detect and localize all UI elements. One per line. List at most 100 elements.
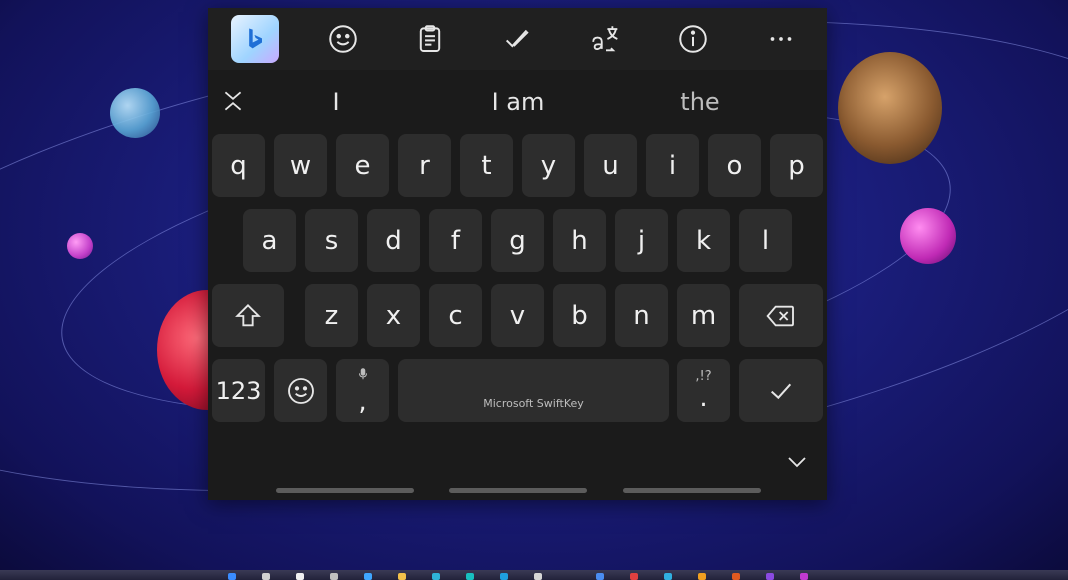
- taskbar-app-icon[interactable]: [732, 573, 740, 580]
- taskbar-app-icon[interactable]: [330, 573, 338, 580]
- key-label: a: [261, 225, 278, 256]
- hide-keyboard-icon[interactable]: [782, 450, 812, 474]
- key-label: b: [571, 300, 588, 331]
- key-k[interactable]: k: [677, 209, 730, 272]
- key-p[interactable]: p: [770, 134, 823, 197]
- key-label: z: [324, 300, 339, 331]
- key-j[interactable]: j: [615, 209, 668, 272]
- planet-glass: [110, 88, 160, 138]
- punctuation-hint: ,!?: [695, 369, 712, 384]
- swiftkey-keyboard: I I am the q w e r t y u i o p a s d f g…: [208, 8, 827, 500]
- key-r[interactable]: r: [398, 134, 451, 197]
- key-label: x: [385, 300, 402, 331]
- space-label: Microsoft SwiftKey: [483, 397, 584, 410]
- enter-key[interactable]: [739, 359, 823, 422]
- period-key[interactable]: ,!? .: [677, 359, 730, 422]
- suggestion-right[interactable]: the: [620, 88, 780, 116]
- key-label: q: [230, 150, 247, 181]
- suggestion-center[interactable]: I am: [438, 88, 598, 116]
- key-a[interactable]: a: [243, 209, 296, 272]
- taskbar-app-icon[interactable]: [398, 573, 406, 580]
- key-g[interactable]: g: [491, 209, 544, 272]
- taskbar-app-icon[interactable]: [630, 573, 638, 580]
- key-label: m: [690, 300, 717, 331]
- key-label: e: [354, 150, 371, 181]
- key-o[interactable]: o: [708, 134, 761, 197]
- key-z[interactable]: z: [305, 284, 358, 347]
- key-m[interactable]: m: [677, 284, 730, 347]
- more-options-button[interactable]: [757, 15, 805, 63]
- emoji-button[interactable]: [319, 15, 367, 63]
- key-h[interactable]: h: [553, 209, 606, 272]
- taskbar-app-icon[interactable]: [596, 573, 604, 580]
- more-icon: [770, 37, 792, 41]
- checkmark-icon: [505, 29, 529, 48]
- resize-handle[interactable]: [623, 488, 761, 493]
- key-label: k: [695, 225, 712, 256]
- space-key[interactable]: Microsoft SwiftKey: [398, 359, 669, 422]
- comma-key[interactable]: ,: [336, 359, 389, 422]
- key-l[interactable]: l: [739, 209, 792, 272]
- microphone-icon: [358, 368, 367, 380]
- move-handle[interactable]: [449, 488, 587, 493]
- key-c[interactable]: c: [429, 284, 482, 347]
- key-label: n: [633, 300, 650, 331]
- key-y[interactable]: y: [522, 134, 575, 197]
- backspace-key[interactable]: [739, 284, 823, 347]
- key-label: t: [481, 150, 492, 181]
- key-s[interactable]: s: [305, 209, 358, 272]
- key-n[interactable]: n: [615, 284, 668, 347]
- collapse-suggestions-icon[interactable]: [220, 88, 246, 114]
- taskbar-app-icon[interactable]: [698, 573, 706, 580]
- key-label: 123: [215, 376, 262, 405]
- emoji-icon: [329, 25, 357, 53]
- taskbar-app-icon[interactable]: [800, 573, 808, 580]
- bing-icon: [231, 15, 279, 63]
- key-q[interactable]: q: [212, 134, 265, 197]
- key-label: s: [324, 225, 339, 256]
- key-label: c: [448, 300, 463, 331]
- taskbar-app-icon[interactable]: [534, 573, 542, 580]
- key-label: u: [602, 150, 619, 181]
- taskbar-app-icon[interactable]: [364, 573, 372, 580]
- info-button[interactable]: [669, 15, 717, 63]
- taskbar-app-icon[interactable]: [262, 573, 270, 580]
- clipboard-button[interactable]: [406, 15, 454, 63]
- taskbar-app-icon[interactable]: [664, 573, 672, 580]
- taskbar: [0, 570, 1068, 580]
- key-f[interactable]: f: [429, 209, 482, 272]
- taskbar-app-icon[interactable]: [466, 573, 474, 580]
- key-x[interactable]: x: [367, 284, 420, 347]
- keyboard-toolbar: [208, 8, 827, 70]
- taskbar-app-icon[interactable]: [228, 573, 236, 580]
- suggestion-left[interactable]: I: [256, 88, 416, 116]
- key-t[interactable]: t: [460, 134, 513, 197]
- backspace-icon: [766, 305, 794, 326]
- key-label: i: [668, 150, 677, 181]
- editor-button[interactable]: [494, 15, 542, 63]
- key-v[interactable]: v: [491, 284, 544, 347]
- taskbar-app-icon[interactable]: [296, 573, 304, 580]
- bing-button[interactable]: [231, 15, 279, 63]
- info-icon: [679, 25, 707, 53]
- key-e[interactable]: e: [336, 134, 389, 197]
- key-label: r: [419, 150, 430, 181]
- resize-handle[interactable]: [276, 488, 414, 493]
- taskbar-app-icon[interactable]: [500, 573, 508, 580]
- key-u[interactable]: u: [584, 134, 637, 197]
- key-i[interactable]: i: [646, 134, 699, 197]
- taskbar-app-icon[interactable]: [766, 573, 774, 580]
- clipboard-icon: [419, 25, 441, 53]
- taskbar-app-icon[interactable]: [432, 573, 440, 580]
- emoji-icon: [287, 377, 314, 404]
- key-w[interactable]: w: [274, 134, 327, 197]
- shift-key[interactable]: [212, 284, 284, 347]
- key-label: o: [726, 150, 743, 181]
- key-label: w: [289, 150, 312, 181]
- numbers-key[interactable]: 123: [212, 359, 265, 422]
- shift-icon: [235, 303, 261, 326]
- key-d[interactable]: d: [367, 209, 420, 272]
- translate-button[interactable]: [582, 15, 630, 63]
- emoji-key[interactable]: [274, 359, 327, 422]
- key-b[interactable]: b: [553, 284, 606, 347]
